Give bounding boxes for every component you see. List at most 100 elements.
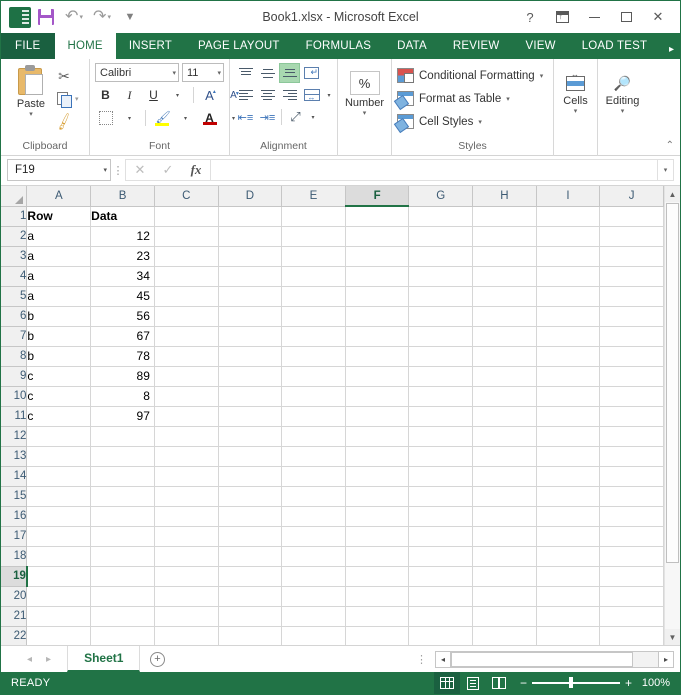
tab-file[interactable]: FILE xyxy=(1,33,55,59)
cell-J17[interactable] xyxy=(600,526,664,546)
cell-H13[interactable] xyxy=(473,446,537,466)
cell-J9[interactable] xyxy=(600,366,664,386)
cell-A20[interactable] xyxy=(27,586,91,606)
cell-F1[interactable] xyxy=(345,206,409,226)
cell-G15[interactable] xyxy=(409,486,473,506)
cell-G1[interactable] xyxy=(409,206,473,226)
undo-button[interactable]: ↶▾ xyxy=(61,4,87,30)
cell-B9[interactable]: 89 xyxy=(91,366,155,386)
cell-I4[interactable] xyxy=(536,266,600,286)
cell-C3[interactable] xyxy=(154,246,218,266)
cancel-formula-button[interactable]: ✕ xyxy=(126,160,154,180)
cell-A21[interactable] xyxy=(27,606,91,626)
cell-C16[interactable] xyxy=(154,506,218,526)
collapse-ribbon-button[interactable]: ⌃ xyxy=(666,140,674,151)
cell-styles-button[interactable]: Cell Styles ▾ xyxy=(397,111,543,132)
cell-J22[interactable] xyxy=(600,626,664,645)
cell-E11[interactable] xyxy=(282,406,346,426)
row-header-4[interactable]: 4 xyxy=(1,266,27,286)
page-layout-view-button[interactable] xyxy=(460,672,486,694)
worksheet-grid[interactable]: ABCDEFGHIJ1RowData2a123a234a345a456b567b… xyxy=(1,186,664,645)
underline-button[interactable]: U xyxy=(143,85,164,105)
cell-D22[interactable] xyxy=(218,626,282,645)
cell-I17[interactable] xyxy=(536,526,600,546)
cell-B11[interactable]: 97 xyxy=(91,406,155,426)
cell-E7[interactable] xyxy=(282,326,346,346)
cell-A12[interactable] xyxy=(27,426,91,446)
row-header-19[interactable]: 19 xyxy=(1,566,27,586)
row-header-11[interactable]: 11 xyxy=(1,406,27,426)
horizontal-scroll-thumb[interactable] xyxy=(451,652,633,667)
cell-I14[interactable] xyxy=(536,466,600,486)
cell-H16[interactable] xyxy=(473,506,537,526)
cell-H15[interactable] xyxy=(473,486,537,506)
cell-F17[interactable] xyxy=(345,526,409,546)
align-left-button[interactable] xyxy=(235,85,256,105)
cell-I12[interactable] xyxy=(536,426,600,446)
cell-A18[interactable] xyxy=(27,546,91,566)
scroll-left-button[interactable]: ◂ xyxy=(435,651,451,668)
format-painter-button[interactable]: 🖌 xyxy=(56,112,79,132)
cell-B6[interactable]: 56 xyxy=(91,306,155,326)
cell-B19[interactable] xyxy=(91,566,155,586)
cell-G21[interactable] xyxy=(409,606,473,626)
insert-function-button[interactable]: fx xyxy=(182,160,210,180)
tab-formulas[interactable]: FORMULAS xyxy=(293,33,385,59)
cell-E15[interactable] xyxy=(282,486,346,506)
cell-F2[interactable] xyxy=(345,226,409,246)
cell-J3[interactable] xyxy=(600,246,664,266)
cell-C11[interactable] xyxy=(154,406,218,426)
cell-D12[interactable] xyxy=(218,426,282,446)
cell-B17[interactable] xyxy=(91,526,155,546)
row-header-5[interactable]: 5 xyxy=(1,286,27,306)
cell-G7[interactable] xyxy=(409,326,473,346)
cell-F21[interactable] xyxy=(345,606,409,626)
vertical-scrollbar[interactable]: ▲ ▼ xyxy=(664,186,680,645)
cell-C22[interactable] xyxy=(154,626,218,645)
underline-dropdown[interactable]: ▾ xyxy=(167,85,188,105)
cell-B14[interactable] xyxy=(91,466,155,486)
cell-F18[interactable] xyxy=(345,546,409,566)
row-header-7[interactable]: 7 xyxy=(1,326,27,346)
zoom-out-button[interactable]: − xyxy=(520,676,527,690)
cell-D16[interactable] xyxy=(218,506,282,526)
cell-I2[interactable] xyxy=(536,226,600,246)
minimize-button[interactable] xyxy=(578,3,610,31)
bold-button[interactable]: B xyxy=(95,85,116,105)
cell-C10[interactable] xyxy=(154,386,218,406)
column-header-f[interactable]: F xyxy=(345,186,409,206)
cell-B18[interactable] xyxy=(91,546,155,566)
cell-A7[interactable]: b xyxy=(27,326,91,346)
cell-G13[interactable] xyxy=(409,446,473,466)
cell-B15[interactable] xyxy=(91,486,155,506)
cell-H11[interactable] xyxy=(473,406,537,426)
row-header-13[interactable]: 13 xyxy=(1,446,27,466)
cell-E1[interactable] xyxy=(282,206,346,226)
cell-I6[interactable] xyxy=(536,306,600,326)
cell-D11[interactable] xyxy=(218,406,282,426)
increase-indent-button[interactable]: ⇥≡ xyxy=(257,107,278,127)
cell-E13[interactable] xyxy=(282,446,346,466)
cell-E19[interactable] xyxy=(282,566,346,586)
cell-H12[interactable] xyxy=(473,426,537,446)
cell-G6[interactable] xyxy=(409,306,473,326)
cell-A10[interactable]: c xyxy=(27,386,91,406)
font-color-button[interactable]: A xyxy=(199,108,220,128)
cell-E12[interactable] xyxy=(282,426,346,446)
cell-J2[interactable] xyxy=(600,226,664,246)
cell-J18[interactable] xyxy=(600,546,664,566)
cell-I22[interactable] xyxy=(536,626,600,645)
cell-B20[interactable] xyxy=(91,586,155,606)
next-sheet-button[interactable]: ▸ xyxy=(46,654,51,665)
cell-J4[interactable] xyxy=(600,266,664,286)
cell-C17[interactable] xyxy=(154,526,218,546)
enter-formula-button[interactable]: ✓ xyxy=(154,160,182,180)
scroll-down-button[interactable]: ▼ xyxy=(665,629,681,645)
ribbon-display-options-button[interactable] xyxy=(546,3,578,31)
vertical-scroll-thumb[interactable] xyxy=(666,203,679,563)
cell-G10[interactable] xyxy=(409,386,473,406)
cell-J8[interactable] xyxy=(600,346,664,366)
row-header-16[interactable]: 16 xyxy=(1,506,27,526)
cell-D14[interactable] xyxy=(218,466,282,486)
select-all-corner[interactable] xyxy=(1,186,27,206)
